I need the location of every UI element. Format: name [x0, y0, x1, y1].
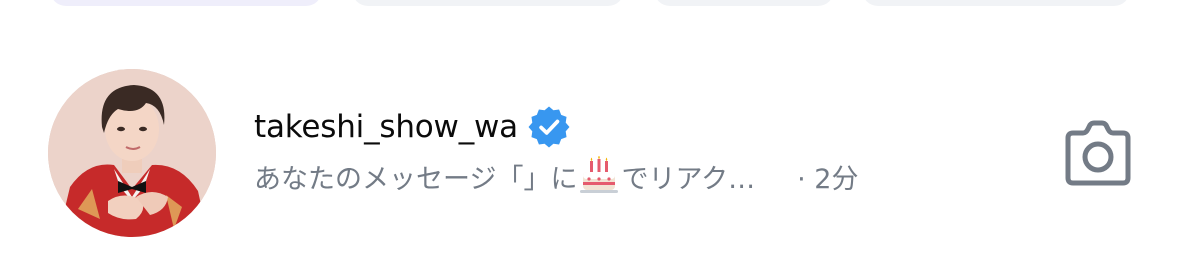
timestamp: · 2分	[797, 163, 859, 195]
message-preview-text: あなたのメッセージ「」に でリアク…	[254, 155, 756, 196]
message-preview: あなたのメッセージ「」に でリアク… · 2分	[254, 155, 1014, 196]
filter-chip-primary[interactable]	[50, 0, 322, 6]
avatar-image	[48, 69, 216, 237]
camera-button[interactable]	[1062, 120, 1134, 186]
verified-badge-icon	[528, 106, 570, 148]
preview-before: あなたのメッセージ「」に	[254, 163, 578, 195]
cake-icon	[579, 155, 619, 196]
username: takeshi_show_wa	[254, 109, 518, 145]
filter-chip-general[interactable]	[352, 0, 624, 6]
messages-list: takeshi_show_wa あなたのメッセージ「」に でリアク… · 2分	[0, 0, 1178, 263]
filter-chip-other[interactable]	[862, 0, 1130, 6]
filter-chip-requests[interactable]	[654, 0, 834, 6]
conversation-text: takeshi_show_wa あなたのメッセージ「」に でリアク… · 2分	[254, 106, 1014, 196]
avatar[interactable]	[48, 69, 216, 237]
username-line: takeshi_show_wa	[254, 106, 1014, 148]
preview-after: でリアク…	[621, 163, 756, 195]
conversation-row[interactable]: takeshi_show_wa あなたのメッセージ「」に でリアク… · 2分	[0, 66, 1178, 238]
camera-icon	[1065, 120, 1131, 186]
